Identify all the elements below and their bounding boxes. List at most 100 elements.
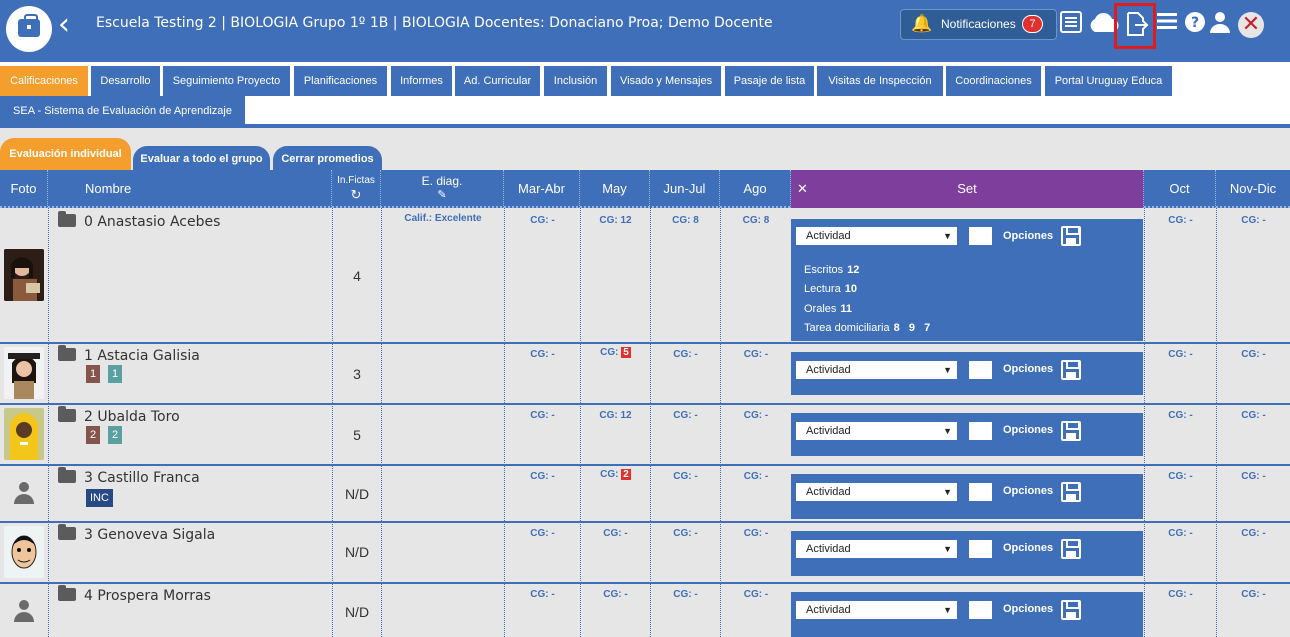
grade-may[interactable]: CG: 12 xyxy=(581,215,650,226)
grade-mar-abr[interactable]: CG: - xyxy=(505,589,580,600)
grade-jun-jul[interactable]: CG: - xyxy=(651,471,720,482)
student-name[interactable]: 3 Genoveva Sigala xyxy=(58,523,215,543)
save-icon[interactable] xyxy=(1061,226,1081,246)
grade-jun-jul[interactable]: CG: - xyxy=(651,410,720,421)
tab-coordinaciones[interactable]: Coordinaciones xyxy=(946,66,1041,96)
activity-select[interactable]: Actividad ▼ xyxy=(796,483,957,501)
back-icon[interactable]: ‹ xyxy=(58,10,70,40)
refresh-icon[interactable]: ↻ xyxy=(332,188,380,202)
grade-ago[interactable]: CG: - xyxy=(721,471,791,482)
edit-icon[interactable]: ✎ xyxy=(381,188,503,202)
grade-nov-dic[interactable]: CG: - xyxy=(1217,471,1290,482)
folder-icon[interactable] xyxy=(58,344,76,361)
save-icon[interactable] xyxy=(1061,539,1081,559)
grade-nov-dic[interactable]: CG: - xyxy=(1217,349,1290,360)
save-icon[interactable] xyxy=(1061,600,1081,620)
menu-icon[interactable] xyxy=(1156,11,1178,39)
grade-oct[interactable]: CG: - xyxy=(1145,349,1216,360)
subtab-cerrar-promedios[interactable]: Cerrar promedios xyxy=(273,146,382,172)
grade-nov-dic[interactable]: CG: - xyxy=(1217,215,1290,226)
tab-inclusion[interactable]: Inclusión xyxy=(544,66,607,96)
grade-nov-dic[interactable]: CG: - xyxy=(1217,589,1290,600)
grade-mar-abr[interactable]: CG: - xyxy=(505,471,580,482)
grade-may[interactable]: CG: 12 xyxy=(581,410,650,421)
user-icon[interactable] xyxy=(1209,11,1231,41)
col-fictas[interactable]: In.Fictas ↻ xyxy=(332,170,381,208)
save-icon[interactable] xyxy=(1061,360,1081,380)
grade-input[interactable] xyxy=(969,601,992,619)
grade-mar-abr[interactable]: CG: - xyxy=(505,528,580,539)
grade-jun-jul[interactable]: CG: - xyxy=(651,349,720,360)
options-button[interactable]: Opciones xyxy=(1003,424,1053,436)
options-button[interactable]: Opciones xyxy=(1003,230,1053,242)
tab-sea[interactable]: SEA - Sistema de Evaluación de Aprendiza… xyxy=(0,96,245,126)
tab-pasaje-de-lista[interactable]: Pasaje de lista xyxy=(725,66,814,96)
grade-oct[interactable]: CG: - xyxy=(1145,528,1216,539)
grade-mar-abr[interactable]: CG: - xyxy=(505,410,580,421)
student-name[interactable]: 2 Ubalda Toro xyxy=(58,405,180,425)
grade-may[interactable]: CG: - xyxy=(581,528,650,539)
grade-oct[interactable]: CG: - xyxy=(1145,589,1216,600)
grade-input[interactable] xyxy=(969,361,992,379)
grade-may[interactable]: CG: 5 xyxy=(581,347,650,358)
save-icon[interactable] xyxy=(1061,421,1081,441)
tab-ad-curricular[interactable]: Ad. Curricular xyxy=(455,66,540,96)
grade-mar-abr[interactable]: CG: - xyxy=(505,215,580,226)
options-button[interactable]: Opciones xyxy=(1003,363,1053,375)
grade-nov-dic[interactable]: CG: - xyxy=(1217,410,1290,421)
grade-ago[interactable]: CG: - xyxy=(721,589,791,600)
grade-jun-jul[interactable]: CG: 8 xyxy=(651,215,720,226)
options-button[interactable]: Opciones xyxy=(1003,485,1053,497)
activity-select[interactable]: Actividad ▼ xyxy=(796,540,957,558)
folder-icon[interactable] xyxy=(58,466,76,483)
options-button[interactable]: Opciones xyxy=(1003,603,1053,615)
col-nombre[interactable]: Nombre xyxy=(48,170,332,208)
folder-icon[interactable] xyxy=(58,405,76,422)
tab-calificaciones[interactable]: Calificaciones xyxy=(0,66,88,96)
tab-seguimiento-proyecto[interactable]: Seguimiento Proyecto xyxy=(163,66,290,96)
subtab-evaluar-grupo[interactable]: Evaluar a todo el grupo xyxy=(133,146,270,172)
student-name[interactable]: 0 Anastasio Acebes xyxy=(58,210,220,230)
grade-mar-abr[interactable]: CG: - xyxy=(505,349,580,360)
activity-select[interactable]: Actividad ▼ xyxy=(796,361,957,379)
grade-nov-dic[interactable]: CG: - xyxy=(1217,528,1290,539)
folder-icon[interactable] xyxy=(58,210,76,227)
grade-jun-jul[interactable]: CG: - xyxy=(651,528,720,539)
help-icon[interactable]: ? xyxy=(1184,11,1206,41)
folder-icon[interactable] xyxy=(58,584,76,601)
grade-oct[interactable]: CG: - xyxy=(1145,215,1216,226)
notifications-button[interactable]: 🔔 Notificaciones 7 xyxy=(900,9,1057,40)
set-close-icon[interactable]: ✕ xyxy=(797,170,808,208)
grade-jun-jul[interactable]: CG: - xyxy=(651,589,720,600)
activity-select[interactable]: Actividad ▼ xyxy=(796,422,957,440)
student-name[interactable]: 3 Castillo Franca xyxy=(58,466,200,486)
tab-planificaciones[interactable]: Planificaciones xyxy=(294,66,387,96)
tab-portal-uruguay-educa[interactable]: Portal Uruguay Educa xyxy=(1045,66,1172,96)
report-icon[interactable] xyxy=(1059,11,1083,41)
grade-oct[interactable]: CG: - xyxy=(1145,471,1216,482)
grade-may[interactable]: CG: 2 xyxy=(581,469,650,480)
save-icon[interactable] xyxy=(1061,482,1081,502)
tab-desarrollo[interactable]: Desarrollo xyxy=(91,66,160,96)
grade-input[interactable] xyxy=(969,227,992,245)
col-ediag[interactable]: E. diag. ✎ xyxy=(381,170,504,208)
grade-oct[interactable]: CG: - xyxy=(1145,410,1216,421)
activity-select[interactable]: Actividad ▼ xyxy=(796,227,957,245)
tab-informes[interactable]: Informes xyxy=(391,66,452,96)
grade-input[interactable] xyxy=(969,483,992,501)
options-button[interactable]: Opciones xyxy=(1003,542,1053,554)
grade-ago[interactable]: CG: - xyxy=(721,528,791,539)
grade-input[interactable] xyxy=(969,422,992,440)
app-logo[interactable] xyxy=(6,6,52,52)
grade-input[interactable] xyxy=(969,540,992,558)
close-icon[interactable]: ✕ xyxy=(1238,12,1264,38)
grade-may[interactable]: CG: - xyxy=(581,589,650,600)
student-name[interactable]: 1 Astacia Galisia xyxy=(58,344,200,364)
student-name[interactable]: 4 Prospera Morras xyxy=(58,584,211,604)
tab-visitas-inspeccion[interactable]: Visitas de Inspección xyxy=(817,66,943,96)
grade-ago[interactable]: CG: 8 xyxy=(721,215,791,226)
activity-select[interactable]: Actividad ▼ xyxy=(796,601,957,619)
grade-ago[interactable]: CG: - xyxy=(721,410,791,421)
subtab-evaluacion-individual[interactable]: Evaluación individual xyxy=(0,138,131,172)
ediag-value[interactable]: Calif.: Excelente xyxy=(382,213,504,224)
